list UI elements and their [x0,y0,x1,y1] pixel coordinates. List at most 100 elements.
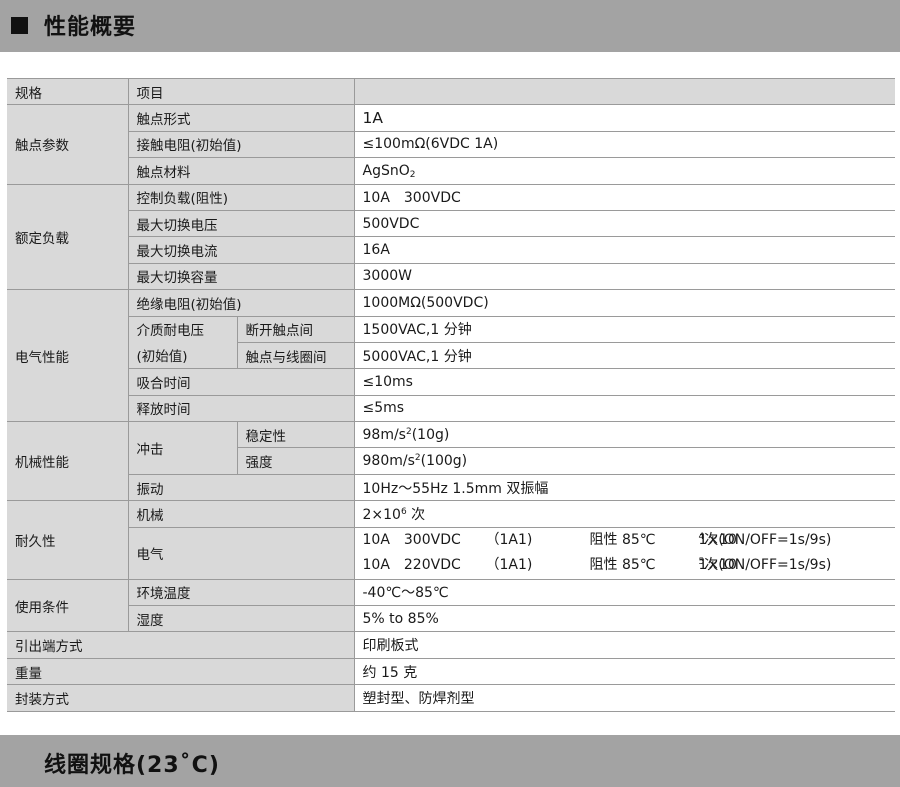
section-title: 性能概要 [44,15,137,40]
type-text: 阻性 85℃ [589,532,656,549]
load-text: 10A 220VDC [362,557,461,574]
group-label: 耐久性 [7,500,129,580]
group-label: 机械性能 [7,421,129,502]
item-value: 印刷板式 [354,631,895,659]
column-header-item: 项目 [128,77,355,106]
sub-item-label: 触点与线圈间 [237,342,355,370]
value-text: 次(ON/OFF=1s/9s) [704,532,832,549]
group-label: 使用条件 [7,579,129,633]
table-row: 接触电阻(初始值) ≤100mΩ(6VDC 1A) [7,131,895,159]
table-row: 最大切换电流 16A [7,236,895,264]
table-row: 封装方式 塑封型、防焊剂型 [7,684,895,712]
item-label: 环境温度 [128,579,355,607]
item-value: 16A [354,236,895,264]
item-value: 塑封型、防焊剂型 [354,684,895,712]
table-row: 振动 10Hz～55Hz 1.5mm 双振幅 [7,474,895,502]
table-row: 电气 10A 300VDC （1A1) 阻性 85℃ 1×10 4 次(ON/OF… [7,527,896,580]
table-row: 湿度 5% to 85% [7,605,895,633]
item-label: 振动 [128,474,355,502]
table-row: 耐久性 机械 2×106 次 [7,500,895,580]
item-value: 约 15 克 [354,658,895,686]
table-row: 机械性能 冲击 稳定性 98m/s2(10g) [7,421,895,502]
item-label: 湿度 [128,605,355,633]
item-value: 5% to 85% [354,605,895,633]
section-header-banner: 性能概要 [0,0,900,52]
group-label: 电气性能 [7,289,129,423]
table-row: 介质耐电压 断开触点间 1500VAC,1 分钟 [7,316,895,343]
life-text: 1×10 5 次(ON/OFF=1s/9s) [699,553,832,578]
load-text: 10A 300VDC [362,532,461,549]
item-value: ≤100mΩ(6VDC 1A) [354,131,895,159]
table-row: 最大切换电压 500VDC [7,210,895,238]
group-label: 额定负载 [7,184,129,291]
value-text: (10g) [411,426,450,443]
item-label: (初始值) [128,342,238,370]
section-header-banner: 线圈规格(23˚C) [0,735,900,787]
sub-item-label: 稳定性 [237,421,355,449]
table-row: 引出端方式 印刷板式 [7,631,895,659]
subscript: 2 [409,169,416,180]
type-text: 阻性 85℃ [589,557,656,574]
item-value: AgSnO2 [354,157,895,185]
durability-line: 10A 220VDC （1A1) 阻性 85℃ 1×10 5 次(ON/OFF=1… [363,553,896,578]
value-text: 2×10 [362,506,401,523]
table-row: (初始值) 触点与线圈间 5000VAC,1 分钟 [7,342,895,370]
table-row: 触点参数 触点形式 1A [7,104,895,185]
value-text: 次 [406,506,426,523]
item-label: 控制负载(阻性) [128,184,355,211]
section-title: 线圈规格(23˚C) [44,753,220,778]
value-text: AgSnO [362,162,410,179]
table-row: 释放时间 ≤5ms [7,395,895,423]
table-row: 最大切换容量 3000W [7,263,895,291]
item-value: 1A [354,104,895,132]
item-label: 释放时间 [128,395,355,423]
sub-item-label: 断开触点间 [237,316,355,343]
item-label: 最大切换电流 [128,236,355,264]
item-value: 1500VAC,1 分钟 [354,316,895,343]
item-value: 98m/s2(10g) [354,421,895,449]
item-value: 500VDC [354,210,895,238]
item-label: 机械 [128,500,355,528]
group-label: 触点参数 [7,104,129,185]
table-row: 使用条件 环境温度 -40℃～85℃ [7,579,895,633]
item-value: -40℃～85℃ [354,579,895,607]
value-text: 98m/s [362,426,406,443]
life-text: 1×10 4 次(ON/OFF=1s/9s) [699,528,832,553]
item-value: ≤10ms [354,368,895,396]
table-row: 额定负载 控制负载(阻性) 10A 300VDC [7,184,895,291]
item-value: 10A 300VDC （1A1) 阻性 85℃ 1×10 4 次(ON/OFF=1… [354,527,896,580]
item-label: 电气 [128,527,355,580]
item-label: 最大切换容量 [128,263,355,291]
item-label: 触点形式 [128,104,355,132]
sub-item-label: 强度 [237,447,355,475]
table-row: 重量 约 15 克 [7,658,895,686]
item-label: 最大切换电压 [128,210,355,238]
item-value: 10Hz～55Hz 1.5mm 双振幅 [354,474,895,502]
spec-table: 规格 项目 触点参数 触点形式 1A 接触电阻(初始值) ≤100mΩ(6VDC… [7,77,896,712]
column-header-spec: 规格 [7,77,129,106]
item-value: 980m/s2(100g) [354,447,895,475]
square-bullet-icon [11,17,28,34]
item-label: 重量 [7,658,355,686]
value-text: 980m/s [362,453,415,470]
item-label: 触点材料 [128,157,355,185]
item-label: 接触电阻(初始值) [128,131,355,159]
item-label: 冲击 [128,421,238,475]
item-value: ≤5ms [354,395,895,423]
item-value: 3000W [354,263,895,291]
item-value: 1000MΩ(500VDC) [354,289,895,317]
item-label: 介质耐电压 [128,316,238,343]
durability-line: 10A 300VDC （1A1) 阻性 85℃ 1×10 4 次(ON/OFF=1… [363,528,896,553]
mode-text: （1A1) [485,532,533,549]
item-value: 2×106 次 [354,500,895,528]
item-value: 5000VAC,1 分钟 [354,342,895,370]
column-header-value [354,77,895,106]
value-text: (100g) [420,453,468,470]
mode-text: （1A1) [485,557,533,574]
table-row: 电气性能 绝缘电阻(初始值) 1000MΩ(500VDC) [7,289,895,423]
item-label: 绝缘电阻(初始值) [128,289,355,317]
item-label: 吸合时间 [128,368,355,396]
value-text: 次(ON/OFF=1s/9s) [704,557,832,574]
item-label: 引出端方式 [7,631,355,659]
item-label: 封装方式 [7,684,355,712]
